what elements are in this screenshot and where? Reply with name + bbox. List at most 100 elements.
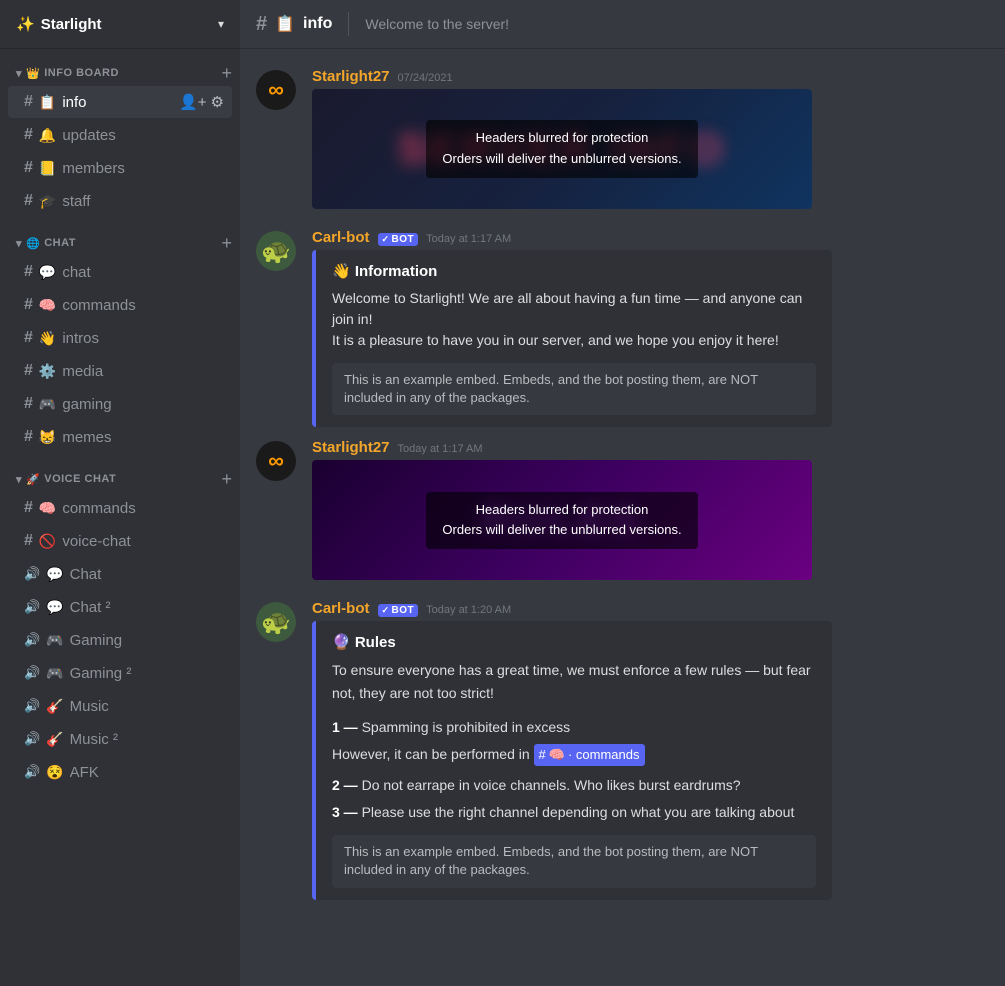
channel-item-updates[interactable]: # 🔔 updates bbox=[8, 119, 232, 151]
channel-name-chat: chat bbox=[62, 264, 224, 281]
blur-overlay-info: SERVER INFO Headers blurred for protecti… bbox=[312, 89, 812, 209]
section-header-chat[interactable]: ▾ 🌐 CHAT + bbox=[0, 234, 240, 252]
message-header-3: Starlight27 Today at 1:17 AM bbox=[312, 439, 989, 456]
message-header-2: Carl-bot ✓ BOT Today at 1:17 AM bbox=[312, 229, 989, 246]
channel-item-members[interactable]: # 📒 members bbox=[8, 152, 232, 184]
message-author-1: Starlight27 bbox=[312, 68, 390, 85]
blur-overlay-rules: RULES Headers blurred for protection Ord… bbox=[312, 460, 812, 580]
add-channel-button-voice[interactable]: + bbox=[221, 470, 232, 488]
server-name: ✨ Starlight bbox=[16, 15, 102, 33]
section-label-info-board: ▾ 👑 INFO BOARD bbox=[16, 67, 119, 80]
rule-3: 3 — Please use the right channel dependi… bbox=[332, 801, 816, 823]
channel-name-voice-chat-text: voice-chat bbox=[62, 533, 224, 550]
channel-name-vc-commands: commands bbox=[62, 500, 224, 517]
voice-channel-chat[interactable]: 🔊 💬 Chat bbox=[8, 558, 232, 590]
section-header-info-board[interactable]: ▾ 👑 INFO BOARD + bbox=[0, 64, 240, 82]
channel-name-members: members bbox=[62, 160, 224, 177]
server-chevron-icon: ▾ bbox=[218, 17, 224, 31]
voice-channel-name-chat: Chat bbox=[70, 566, 224, 583]
embed-note-rules: This is an example embed. Embeds, and th… bbox=[332, 835, 816, 887]
speaker-icon: 🔊 bbox=[24, 764, 40, 780]
channel-name-updates: updates bbox=[62, 127, 224, 144]
channel-item-info[interactable]: # 📋 info 👤+ ⚙ bbox=[8, 86, 232, 118]
voice-channel-music[interactable]: 🔊 🎸 Music bbox=[8, 690, 232, 722]
channel-name-gaming: gaming bbox=[62, 396, 224, 413]
avatar-carlbot-1: 🐢 bbox=[256, 231, 296, 271]
settings-icon[interactable]: ⚙ bbox=[211, 93, 224, 111]
channel-name-commands: commands bbox=[62, 297, 224, 314]
channel-item-commands[interactable]: # 🧠 commands bbox=[8, 289, 232, 321]
channel-emoji-gaming-vc: 🎮 bbox=[46, 632, 63, 649]
channel-item-gaming[interactable]: # 🎮 gaming bbox=[8, 388, 232, 420]
add-channel-button-info[interactable]: + bbox=[221, 64, 232, 82]
voice-channel-music2[interactable]: 🔊 🎸 Music ² bbox=[8, 723, 232, 755]
bot-badge-1: ✓ BOT bbox=[378, 233, 419, 246]
voice-channel-name-afk: AFK bbox=[70, 764, 224, 781]
server-header[interactable]: ✨ Starlight ▾ bbox=[0, 0, 240, 48]
invite-icon[interactable]: 👤+ bbox=[179, 93, 206, 111]
message-content-3: Starlight27 Today at 1:17 AM RULES Heade… bbox=[312, 439, 989, 588]
rule-1: 1 — Spamming is prohibited in excess bbox=[332, 716, 816, 738]
section-voice-chat: ▾ 🚀 VOICE CHAT + # 🧠 commands # 🚫 voice-… bbox=[0, 470, 240, 789]
hash-icon: # bbox=[24, 296, 33, 314]
hash-icon: # bbox=[24, 395, 33, 413]
avatar-starlight27-2: ∞ bbox=[256, 441, 296, 481]
channel-emoji-music-vc2: 🎸 bbox=[46, 731, 63, 748]
hash-icon: # bbox=[24, 428, 33, 446]
channel-item-chat[interactable]: # 💬 chat bbox=[8, 256, 232, 288]
speaker-icon: 🔊 bbox=[24, 731, 40, 747]
channel-emoji-vc-commands: 🧠 bbox=[39, 500, 56, 517]
voice-channel-chat2[interactable]: 🔊 💬 Chat ² bbox=[8, 591, 232, 623]
channel-item-vc-commands[interactable]: # 🧠 commands bbox=[8, 492, 232, 524]
voice-channel-gaming[interactable]: 🔊 🎮 Gaming bbox=[8, 624, 232, 656]
hash-icon: # bbox=[24, 263, 33, 281]
channel-name-intros: intros bbox=[62, 330, 224, 347]
section-header-voice[interactable]: ▾ 🚀 VOICE CHAT + bbox=[0, 470, 240, 488]
section-icon-voice: 🚀 bbox=[26, 473, 40, 486]
channel-emoji-music-vc: 🎸 bbox=[46, 698, 63, 715]
channel-name-info: info bbox=[62, 94, 173, 111]
hash-icon: # bbox=[24, 499, 33, 517]
channel-item-memes[interactable]: # 😸 memes bbox=[8, 421, 232, 453]
hash-icon: # bbox=[24, 126, 33, 144]
commands-channel-pill[interactable]: #🧠 · commands bbox=[534, 744, 645, 767]
message-timestamp-1: 07/24/2021 bbox=[398, 72, 453, 84]
channel-item-media[interactable]: # ⚙️ media bbox=[8, 355, 232, 387]
voice-channel-name-gaming: Gaming bbox=[70, 632, 224, 649]
header-channel-emoji: 📋 bbox=[275, 14, 295, 34]
channel-item-voice-chat-text[interactable]: # 🚫 voice-chat bbox=[8, 525, 232, 557]
message-content-1: Starlight27 07/24/2021 SERVER INFO Heade… bbox=[312, 68, 989, 217]
channel-emoji-afk-vc: 😵 bbox=[46, 764, 63, 781]
hash-icon: # bbox=[24, 192, 33, 210]
hash-icon: # bbox=[24, 362, 33, 380]
rule-1-extra: However, it can be performed in #🧠 · com… bbox=[332, 743, 816, 767]
blur-notice-rules: Headers blurred for protection Orders wi… bbox=[426, 492, 697, 550]
channel-actions-info: 👤+ ⚙ bbox=[179, 93, 224, 111]
channel-emoji-gaming-vc2: 🎮 bbox=[46, 665, 63, 682]
message-author-4: Carl-bot bbox=[312, 600, 370, 617]
main-content: # 📋 info Welcome to the server! ∞ Starli… bbox=[240, 0, 1005, 986]
channel-item-intros[interactable]: # 👋 intros bbox=[8, 322, 232, 354]
section-icon: 👑 bbox=[26, 67, 40, 80]
channel-emoji-members: 📒 bbox=[39, 160, 56, 177]
channel-emoji-chat-vc2: 💬 bbox=[46, 599, 63, 616]
bot-check-icon-2: ✓ bbox=[382, 605, 390, 616]
channel-item-staff[interactable]: # 🎓 staff bbox=[8, 185, 232, 217]
header-hash-icon: # bbox=[256, 13, 267, 36]
bot-badge-2: ✓ BOT bbox=[378, 604, 419, 617]
hash-icon: # bbox=[24, 329, 33, 347]
voice-channel-gaming2[interactable]: 🔊 🎮 Gaming ² bbox=[8, 657, 232, 689]
avatar-carlbot-2: 🐢 bbox=[256, 602, 296, 642]
message-timestamp-2: Today at 1:17 AM bbox=[426, 233, 511, 245]
hash-icon: # bbox=[24, 532, 33, 550]
channel-name-staff: staff bbox=[62, 193, 224, 210]
hash-icon: # bbox=[24, 159, 33, 177]
add-channel-button-chat[interactable]: + bbox=[221, 234, 232, 252]
voice-channel-name-music2: Music ² bbox=[70, 731, 224, 748]
speaker-icon: 🔊 bbox=[24, 665, 40, 681]
voice-channel-afk[interactable]: 🔊 😵 AFK bbox=[8, 756, 232, 788]
message-header-4: Carl-bot ✓ BOT Today at 1:20 AM bbox=[312, 600, 989, 617]
message-author-3: Starlight27 bbox=[312, 439, 390, 456]
header-channel-name: info bbox=[303, 15, 332, 33]
blurred-banner-rules: RULES Headers blurred for protection Ord… bbox=[312, 460, 812, 580]
